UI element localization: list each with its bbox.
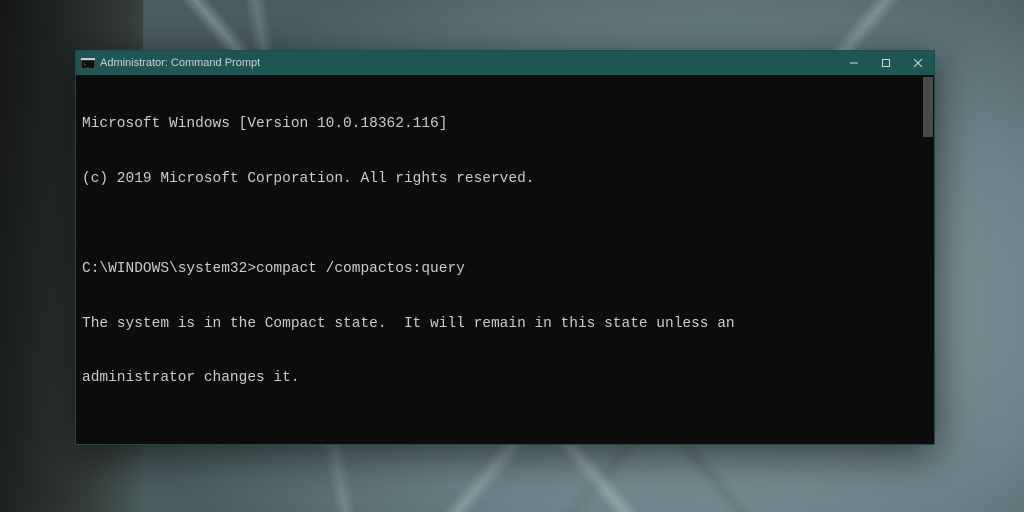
scrollbar-thumb[interactable] [923, 77, 933, 137]
output-line: C:\WINDOWS\system32>compact /compactos:q… [82, 260, 928, 278]
maximize-button[interactable] [870, 51, 902, 75]
minimize-button[interactable] [838, 51, 870, 75]
close-button[interactable] [902, 51, 934, 75]
titlebar[interactable]: >_ Administrator: Command Prompt [76, 51, 934, 75]
output-line: Microsoft Windows [Version 10.0.18362.11… [82, 115, 928, 133]
output-line: The system is in the Compact state. It w… [82, 315, 928, 333]
terminal-area[interactable]: Microsoft Windows [Version 10.0.18362.11… [76, 75, 934, 444]
window-title: Administrator: Command Prompt [100, 57, 260, 69]
terminal-output: Microsoft Windows [Version 10.0.18362.11… [76, 75, 934, 444]
output-line: (c) 2019 Microsoft Corporation. All righ… [82, 170, 928, 188]
output-line: administrator changes it. [82, 369, 928, 387]
cmd-icon: >_ [81, 57, 95, 69]
command-prompt-window: >_ Administrator: Command Prompt Microso… [75, 50, 935, 445]
svg-text:>_: >_ [83, 62, 89, 68]
vertical-scrollbar[interactable] [922, 75, 934, 444]
